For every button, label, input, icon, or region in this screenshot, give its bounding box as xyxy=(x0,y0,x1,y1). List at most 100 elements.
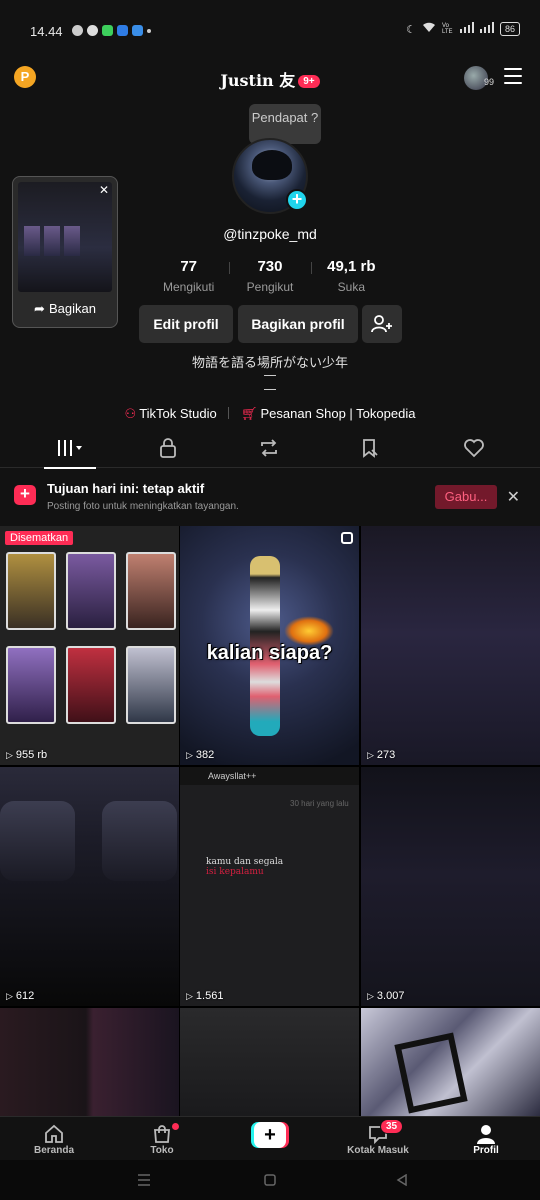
videos-tab[interactable] xyxy=(44,438,96,469)
stat-followers[interactable]: 730 Pengikut xyxy=(229,258,310,294)
add-story-icon[interactable]: + xyxy=(286,189,308,211)
home-button-icon[interactable] xyxy=(264,1173,276,1191)
video-grid: Disematkan ▷ 955 rb kalian siapa? ▷ 382 ▷ 2… xyxy=(0,526,540,1116)
page-title[interactable]: Justin 友 9+ xyxy=(0,67,540,91)
view-count-value: 1.561 xyxy=(195,990,224,1002)
nav-home[interactable]: Beranda xyxy=(14,1123,94,1156)
message-line: kamu dan segala xyxy=(206,857,284,867)
video-tile[interactable]: ▷ 3.007 xyxy=(361,767,540,1006)
view-count: ▷ 382 xyxy=(186,749,214,761)
notif-whatsapp-icon xyxy=(87,25,98,36)
heart-icon xyxy=(464,439,484,458)
multi-image-icon xyxy=(341,532,353,544)
link-label: TikTok Studio xyxy=(139,406,217,421)
menu-icon[interactable] xyxy=(504,68,522,84)
chat-topbar: Awaysllat++ xyxy=(180,767,359,785)
view-count-value: 273 xyxy=(376,749,396,761)
nav-shop[interactable]: Toko xyxy=(122,1123,202,1156)
pinned-badge: Disematkan xyxy=(5,531,74,545)
stat-following[interactable]: 77 Mengikuti xyxy=(148,258,229,294)
bio-divider xyxy=(264,375,276,376)
stat-value: 49,1 rb xyxy=(327,258,376,275)
nav-profile[interactable]: Profil xyxy=(446,1123,526,1156)
add-friend-button[interactable] xyxy=(362,305,402,343)
nav-label: Toko xyxy=(150,1145,174,1156)
share-profile-button[interactable]: Bagikan profil xyxy=(238,305,358,343)
play-icon: ▷ xyxy=(186,750,193,760)
message-line-red: isi kepalamu xyxy=(206,867,264,877)
banner-join-button[interactable]: Gabu... xyxy=(435,485,497,509)
video-caption: kalian siapa? xyxy=(206,642,333,664)
edit-profile-button[interactable]: Edit profil xyxy=(139,305,233,343)
play-icon: ▷ xyxy=(367,991,374,1001)
grid-icon xyxy=(58,440,82,456)
video-tile[interactable]: Awaysllat++ 30 hari yang lalu kamu dan s… xyxy=(180,767,359,1006)
video-tile[interactable] xyxy=(180,1008,359,1116)
add-post-icon xyxy=(14,484,36,505)
avatar-count: 99 xyxy=(483,77,494,87)
video-tile[interactable]: kalian siapa? ▷ 382 xyxy=(180,526,359,765)
share-card-button[interactable]: ➦ Bagikan xyxy=(13,301,117,317)
stat-likes[interactable]: 49,1 rb Suka xyxy=(310,258,392,294)
link-label: Pesanan Shop | Tokopedia xyxy=(260,406,416,421)
banner-subtitle: Posting foto untuk meningkatkan tayangan… xyxy=(47,501,239,512)
title-text: Justin 友 xyxy=(220,71,296,90)
video-tile[interactable]: Disematkan ▷ 955 rb xyxy=(0,526,179,765)
bottom-nav: Beranda Toko + 35 Kotak Masuk Profil xyxy=(0,1116,540,1160)
view-count-value: 382 xyxy=(195,749,215,761)
stat-label: Mengikuti xyxy=(162,280,215,294)
seat-shape xyxy=(0,801,75,881)
profile-stats: 77 Mengikuti 730 Pengikut 49,1 rb Suka xyxy=(148,258,392,294)
play-icon: ▷ xyxy=(6,991,13,1001)
cart-icon: 🛒︎ xyxy=(241,406,258,421)
stat-value: 77 xyxy=(180,258,197,275)
link-separator xyxy=(228,407,230,419)
back-icon[interactable] xyxy=(396,1173,408,1191)
view-count: ▷ 1.561 xyxy=(186,990,223,1002)
shop-notification-dot xyxy=(172,1123,179,1130)
hero-card-image xyxy=(6,552,56,630)
repost-icon xyxy=(261,439,277,457)
feedback-tooltip[interactable]: Pendapat ? xyxy=(249,104,321,144)
liked-tab[interactable] xyxy=(454,438,494,462)
add-user-icon xyxy=(371,315,392,333)
share-arrow-icon: ➦ xyxy=(34,301,45,316)
create-button[interactable]: + xyxy=(251,1122,289,1148)
manga-panel xyxy=(394,1032,468,1114)
nav-label: Kotak Masuk xyxy=(347,1145,409,1156)
share-card-label: Bagikan xyxy=(48,301,96,316)
daily-goal-banner: Tujuan hari ini: tetap aktif Posting fot… xyxy=(0,469,540,526)
video-tile[interactable]: ▷ 273 xyxy=(361,526,540,765)
status-bar: 14.44 ☾ Vo LTE 86 xyxy=(0,0,540,60)
play-icon: ▷ xyxy=(367,750,374,760)
view-count-value: 3.007 xyxy=(376,990,405,1002)
notif-more-icon xyxy=(147,28,151,33)
shop-orders-link[interactable]: 🛒︎ Pesanan Shop | Tokopedia xyxy=(241,406,415,421)
recent-apps-icon[interactable] xyxy=(137,1173,151,1191)
profile-header: P Justin 友 9+ 99 xyxy=(0,60,540,100)
reposts-tab[interactable] xyxy=(249,438,289,462)
profile-bio: 物語を語る場所がない少年 xyxy=(191,356,348,371)
view-count: ▷ 955 rb xyxy=(6,749,47,761)
private-tab[interactable] xyxy=(148,438,188,462)
video-tile[interactable]: ▷ 612 xyxy=(0,767,179,1006)
person-icon: ⚇ xyxy=(124,406,137,421)
create-icon: + xyxy=(254,1122,286,1148)
nav-inbox[interactable]: 35 Kotak Masuk xyxy=(338,1119,418,1156)
video-tile[interactable] xyxy=(0,1008,179,1116)
view-count: ▷ 273 xyxy=(367,749,395,761)
view-count-value: 955 rb xyxy=(15,749,48,761)
close-icon[interactable]: ✕ xyxy=(507,487,520,507)
play-icon: ▷ xyxy=(186,991,193,1001)
seat-shape xyxy=(102,801,177,881)
notif-app-icon xyxy=(102,25,113,36)
stat-label: Suka xyxy=(337,280,365,294)
video-tile[interactable] xyxy=(361,1008,540,1116)
share-video-card[interactable]: ✕ ➦ Bagikan xyxy=(12,176,118,328)
close-icon[interactable]: ✕ xyxy=(99,183,109,197)
moon-icon: ☾ xyxy=(406,23,416,36)
stat-label: Pengikut xyxy=(246,280,294,294)
favorites-tab[interactable] xyxy=(350,438,390,462)
tiktok-studio-link[interactable]: ⚇ TikTok Studio xyxy=(125,406,217,421)
inbox-badge: 35 xyxy=(380,1119,404,1134)
